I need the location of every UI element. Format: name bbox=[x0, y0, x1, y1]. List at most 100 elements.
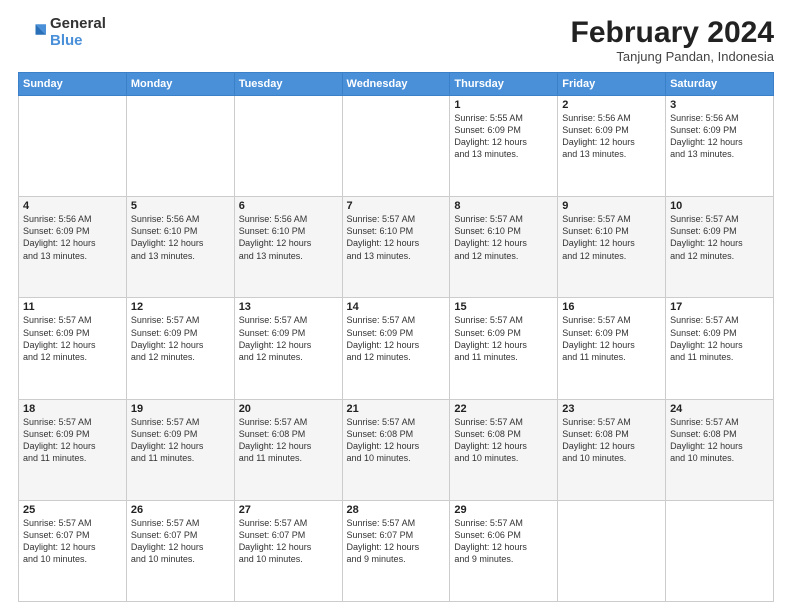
col-wednesday: Wednesday bbox=[342, 73, 450, 96]
table-row: 21Sunrise: 5:57 AM Sunset: 6:08 PM Dayli… bbox=[342, 399, 450, 500]
cell-day-number: 10 bbox=[670, 200, 769, 212]
cell-day-number: 23 bbox=[562, 403, 661, 415]
table-row: 8Sunrise: 5:57 AM Sunset: 6:10 PM Daylig… bbox=[450, 197, 558, 298]
cell-info-text: Sunrise: 5:57 AM Sunset: 6:06 PM Dayligh… bbox=[454, 517, 553, 566]
cell-info-text: Sunrise: 5:56 AM Sunset: 6:09 PM Dayligh… bbox=[670, 112, 769, 161]
table-row: 24Sunrise: 5:57 AM Sunset: 6:08 PM Dayli… bbox=[666, 399, 774, 500]
table-row: 12Sunrise: 5:57 AM Sunset: 6:09 PM Dayli… bbox=[126, 298, 234, 399]
cell-day-number: 13 bbox=[239, 301, 338, 313]
table-row bbox=[234, 96, 342, 197]
week-row-1: 4Sunrise: 5:56 AM Sunset: 6:09 PM Daylig… bbox=[19, 197, 774, 298]
table-row: 17Sunrise: 5:57 AM Sunset: 6:09 PM Dayli… bbox=[666, 298, 774, 399]
cell-info-text: Sunrise: 5:57 AM Sunset: 6:07 PM Dayligh… bbox=[239, 517, 338, 566]
logo-general-text: General bbox=[50, 16, 106, 33]
col-sunday: Sunday bbox=[19, 73, 127, 96]
table-row bbox=[558, 500, 666, 601]
cell-info-text: Sunrise: 5:57 AM Sunset: 6:07 PM Dayligh… bbox=[23, 517, 122, 566]
cell-info-text: Sunrise: 5:57 AM Sunset: 6:09 PM Dayligh… bbox=[131, 314, 230, 363]
logo-text: General Blue bbox=[50, 16, 106, 49]
col-tuesday: Tuesday bbox=[234, 73, 342, 96]
cell-info-text: Sunrise: 5:57 AM Sunset: 6:08 PM Dayligh… bbox=[239, 416, 338, 465]
cell-day-number: 12 bbox=[131, 301, 230, 313]
cell-day-number: 22 bbox=[454, 403, 553, 415]
cell-info-text: Sunrise: 5:56 AM Sunset: 6:10 PM Dayligh… bbox=[131, 213, 230, 262]
cell-day-number: 16 bbox=[562, 301, 661, 313]
table-row: 2Sunrise: 5:56 AM Sunset: 6:09 PM Daylig… bbox=[558, 96, 666, 197]
cell-info-text: Sunrise: 5:57 AM Sunset: 6:09 PM Dayligh… bbox=[670, 213, 769, 262]
cell-day-number: 18 bbox=[23, 403, 122, 415]
table-row: 25Sunrise: 5:57 AM Sunset: 6:07 PM Dayli… bbox=[19, 500, 127, 601]
cell-day-number: 19 bbox=[131, 403, 230, 415]
header: General Blue February 2024 Tanjung Panda… bbox=[18, 16, 774, 64]
week-row-0: 1Sunrise: 5:55 AM Sunset: 6:09 PM Daylig… bbox=[19, 96, 774, 197]
cell-day-number: 27 bbox=[239, 504, 338, 516]
table-row bbox=[126, 96, 234, 197]
table-row: 26Sunrise: 5:57 AM Sunset: 6:07 PM Dayli… bbox=[126, 500, 234, 601]
cell-info-text: Sunrise: 5:55 AM Sunset: 6:09 PM Dayligh… bbox=[454, 112, 553, 161]
table-row: 3Sunrise: 5:56 AM Sunset: 6:09 PM Daylig… bbox=[666, 96, 774, 197]
cell-day-number: 24 bbox=[670, 403, 769, 415]
col-saturday: Saturday bbox=[666, 73, 774, 96]
cell-day-number: 4 bbox=[23, 200, 122, 212]
cell-day-number: 8 bbox=[454, 200, 553, 212]
cell-day-number: 20 bbox=[239, 403, 338, 415]
cell-info-text: Sunrise: 5:57 AM Sunset: 6:09 PM Dayligh… bbox=[239, 314, 338, 363]
table-row: 16Sunrise: 5:57 AM Sunset: 6:09 PM Dayli… bbox=[558, 298, 666, 399]
table-row: 1Sunrise: 5:55 AM Sunset: 6:09 PM Daylig… bbox=[450, 96, 558, 197]
cell-info-text: Sunrise: 5:57 AM Sunset: 6:10 PM Dayligh… bbox=[562, 213, 661, 262]
title-block: February 2024 Tanjung Pandan, Indonesia bbox=[571, 16, 774, 64]
cell-day-number: 1 bbox=[454, 99, 553, 111]
week-row-4: 25Sunrise: 5:57 AM Sunset: 6:07 PM Dayli… bbox=[19, 500, 774, 601]
cell-day-number: 11 bbox=[23, 301, 122, 313]
table-row: 7Sunrise: 5:57 AM Sunset: 6:10 PM Daylig… bbox=[342, 197, 450, 298]
cell-info-text: Sunrise: 5:57 AM Sunset: 6:09 PM Dayligh… bbox=[454, 314, 553, 363]
cell-info-text: Sunrise: 5:57 AM Sunset: 6:07 PM Dayligh… bbox=[131, 517, 230, 566]
cell-day-number: 29 bbox=[454, 504, 553, 516]
cell-day-number: 2 bbox=[562, 99, 661, 111]
table-row: 10Sunrise: 5:57 AM Sunset: 6:09 PM Dayli… bbox=[666, 197, 774, 298]
table-row: 9Sunrise: 5:57 AM Sunset: 6:10 PM Daylig… bbox=[558, 197, 666, 298]
cell-info-text: Sunrise: 5:56 AM Sunset: 6:09 PM Dayligh… bbox=[562, 112, 661, 161]
table-row bbox=[19, 96, 127, 197]
cell-day-number: 26 bbox=[131, 504, 230, 516]
cell-day-number: 7 bbox=[347, 200, 446, 212]
table-row: 18Sunrise: 5:57 AM Sunset: 6:09 PM Dayli… bbox=[19, 399, 127, 500]
cell-info-text: Sunrise: 5:57 AM Sunset: 6:10 PM Dayligh… bbox=[454, 213, 553, 262]
week-row-2: 11Sunrise: 5:57 AM Sunset: 6:09 PM Dayli… bbox=[19, 298, 774, 399]
table-row: 27Sunrise: 5:57 AM Sunset: 6:07 PM Dayli… bbox=[234, 500, 342, 601]
table-row: 23Sunrise: 5:57 AM Sunset: 6:08 PM Dayli… bbox=[558, 399, 666, 500]
cell-info-text: Sunrise: 5:57 AM Sunset: 6:09 PM Dayligh… bbox=[670, 314, 769, 363]
table-row: 6Sunrise: 5:56 AM Sunset: 6:10 PM Daylig… bbox=[234, 197, 342, 298]
col-friday: Friday bbox=[558, 73, 666, 96]
cell-day-number: 3 bbox=[670, 99, 769, 111]
logo-icon bbox=[18, 19, 46, 47]
table-row: 5Sunrise: 5:56 AM Sunset: 6:10 PM Daylig… bbox=[126, 197, 234, 298]
cell-info-text: Sunrise: 5:57 AM Sunset: 6:09 PM Dayligh… bbox=[131, 416, 230, 465]
cell-day-number: 5 bbox=[131, 200, 230, 212]
cell-info-text: Sunrise: 5:57 AM Sunset: 6:08 PM Dayligh… bbox=[454, 416, 553, 465]
logo: General Blue bbox=[18, 16, 106, 49]
table-row: 14Sunrise: 5:57 AM Sunset: 6:09 PM Dayli… bbox=[342, 298, 450, 399]
cell-info-text: Sunrise: 5:57 AM Sunset: 6:08 PM Dayligh… bbox=[670, 416, 769, 465]
cell-info-text: Sunrise: 5:57 AM Sunset: 6:09 PM Dayligh… bbox=[23, 416, 122, 465]
cell-info-text: Sunrise: 5:57 AM Sunset: 6:07 PM Dayligh… bbox=[347, 517, 446, 566]
table-row: 29Sunrise: 5:57 AM Sunset: 6:06 PM Dayli… bbox=[450, 500, 558, 601]
header-row: Sunday Monday Tuesday Wednesday Thursday… bbox=[19, 73, 774, 96]
location-subtitle: Tanjung Pandan, Indonesia bbox=[571, 49, 774, 64]
table-row: 15Sunrise: 5:57 AM Sunset: 6:09 PM Dayli… bbox=[450, 298, 558, 399]
table-row: 4Sunrise: 5:56 AM Sunset: 6:09 PM Daylig… bbox=[19, 197, 127, 298]
cell-day-number: 6 bbox=[239, 200, 338, 212]
cell-info-text: Sunrise: 5:56 AM Sunset: 6:10 PM Dayligh… bbox=[239, 213, 338, 262]
table-row: 11Sunrise: 5:57 AM Sunset: 6:09 PM Dayli… bbox=[19, 298, 127, 399]
cell-info-text: Sunrise: 5:57 AM Sunset: 6:08 PM Dayligh… bbox=[562, 416, 661, 465]
cell-day-number: 14 bbox=[347, 301, 446, 313]
cell-day-number: 21 bbox=[347, 403, 446, 415]
cell-day-number: 9 bbox=[562, 200, 661, 212]
table-row bbox=[342, 96, 450, 197]
col-thursday: Thursday bbox=[450, 73, 558, 96]
cell-day-number: 25 bbox=[23, 504, 122, 516]
cell-info-text: Sunrise: 5:57 AM Sunset: 6:09 PM Dayligh… bbox=[23, 314, 122, 363]
table-row: 13Sunrise: 5:57 AM Sunset: 6:09 PM Dayli… bbox=[234, 298, 342, 399]
cell-info-text: Sunrise: 5:57 AM Sunset: 6:09 PM Dayligh… bbox=[562, 314, 661, 363]
logo-blue-text: Blue bbox=[50, 33, 106, 50]
